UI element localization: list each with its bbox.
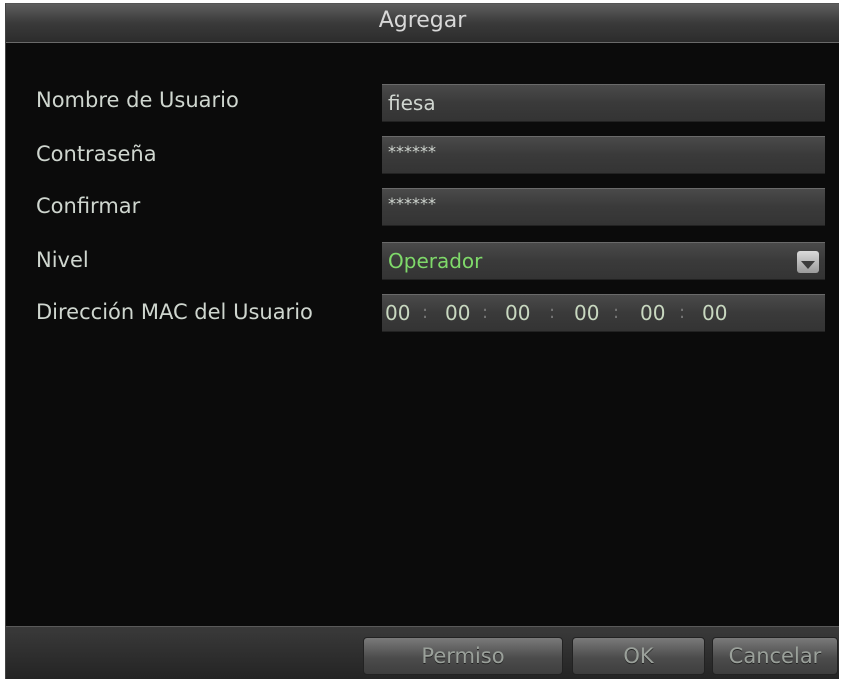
permission-button[interactable]: Permiso — [363, 637, 563, 675]
dialog-footer: Permiso OK Cancelar — [6, 626, 839, 679]
mac-address-label: Dirección MAC del Usuario — [36, 300, 313, 324]
chevron-down-icon[interactable] — [797, 251, 819, 273]
dialog-title: Agregar — [6, 4, 839, 43]
mac-octet-4[interactable]: 00 — [574, 295, 599, 331]
username-label: Nombre de Usuario — [36, 88, 239, 112]
mac-octet-3[interactable]: 00 — [505, 295, 530, 331]
mac-octet-6[interactable]: 00 — [702, 295, 727, 331]
mac-octet-5[interactable]: 00 — [640, 295, 665, 331]
mac-separator: : — [549, 302, 556, 323]
mac-address-field[interactable]: 00 : 00 : 00 : 00 : 00 : 00 — [382, 294, 825, 332]
mac-octet-2[interactable]: 00 — [445, 295, 470, 331]
password-label: Contraseña — [36, 142, 157, 166]
level-select-value: Operador — [388, 249, 483, 273]
confirm-password-label: Confirmar — [36, 194, 141, 218]
level-label: Nivel — [36, 248, 89, 272]
mac-separator: : — [482, 302, 489, 323]
ok-button[interactable]: OK — [572, 637, 705, 675]
mac-separator: : — [422, 302, 429, 323]
mac-separator: : — [613, 302, 620, 323]
add-user-dialog: Agregar Nombre de Usuario fiesa Contrase… — [5, 3, 839, 679]
cancel-button[interactable]: Cancelar — [712, 637, 838, 675]
username-field[interactable]: fiesa — [382, 84, 825, 122]
confirm-password-field[interactable]: ****** — [382, 188, 825, 226]
level-select[interactable]: Operador — [382, 242, 825, 280]
password-field[interactable]: ****** — [382, 136, 825, 174]
mac-octet-1[interactable]: 00 — [385, 295, 410, 331]
mac-separator: : — [679, 302, 686, 323]
